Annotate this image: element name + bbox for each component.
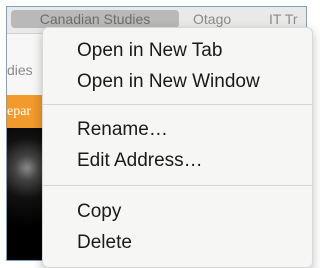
context-menu: Open in New Tab Open in New Window Renam… (42, 27, 313, 268)
bookmark-otago[interactable]: Otago (193, 10, 231, 28)
menu-separator (43, 104, 312, 105)
menu-item-open-new-tab[interactable]: Open in New Tab (77, 40, 222, 62)
bookmark-it[interactable]: IT Tr (269, 10, 298, 28)
menu-item-open-new-window[interactable]: Open in New Window (77, 71, 260, 93)
page-image (7, 128, 47, 260)
page-partial-text: dies (7, 62, 33, 78)
orange-banner-text: epar (7, 104, 32, 119)
menu-item-edit-address[interactable]: Edit Address… (77, 150, 203, 172)
bookmark-canadian-studies[interactable]: Canadian Studies (11, 10, 179, 28)
menu-item-copy[interactable]: Copy (77, 201, 121, 223)
menu-item-delete[interactable]: Delete (77, 232, 132, 254)
menu-item-rename[interactable]: Rename… (77, 119, 168, 141)
menu-separator (43, 185, 312, 186)
